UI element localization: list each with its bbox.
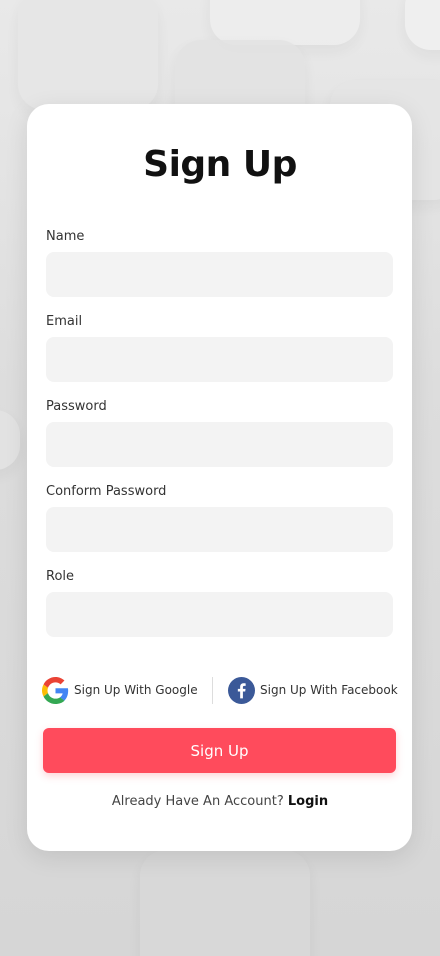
login-link[interactable]: Login [288,794,328,809]
facebook-icon [228,676,255,704]
confirm-password-label: Conform Password [46,484,167,499]
email-label: Email [46,314,83,329]
signup-button[interactable]: Sign Up [43,728,396,773]
password-input[interactable] [46,422,393,467]
name-input[interactable] [46,252,393,297]
login-prompt: Already Have An Account? Login [0,794,440,809]
background-shape [18,0,158,110]
name-label: Name [46,229,85,244]
facebook-signup-label: Sign Up With Facebook [260,683,398,697]
role-input[interactable] [46,592,393,637]
login-prompt-text: Already Have An Account? [111,794,284,809]
password-label: Password [46,399,107,414]
social-divider [212,677,213,704]
confirm-password-input[interactable] [46,507,393,552]
facebook-signup-button[interactable]: Sign Up With Facebook [228,676,398,704]
background-shape [0,410,20,470]
background-shape [405,0,440,50]
email-input[interactable] [46,337,393,382]
page-title: Sign Up [143,144,297,185]
google-signup-button[interactable]: Sign Up With Google [42,676,198,704]
background-shape [140,850,310,956]
google-icon [42,676,69,704]
google-signup-label: Sign Up With Google [74,683,198,697]
role-label: Role [46,569,75,584]
background-shape [210,0,360,45]
